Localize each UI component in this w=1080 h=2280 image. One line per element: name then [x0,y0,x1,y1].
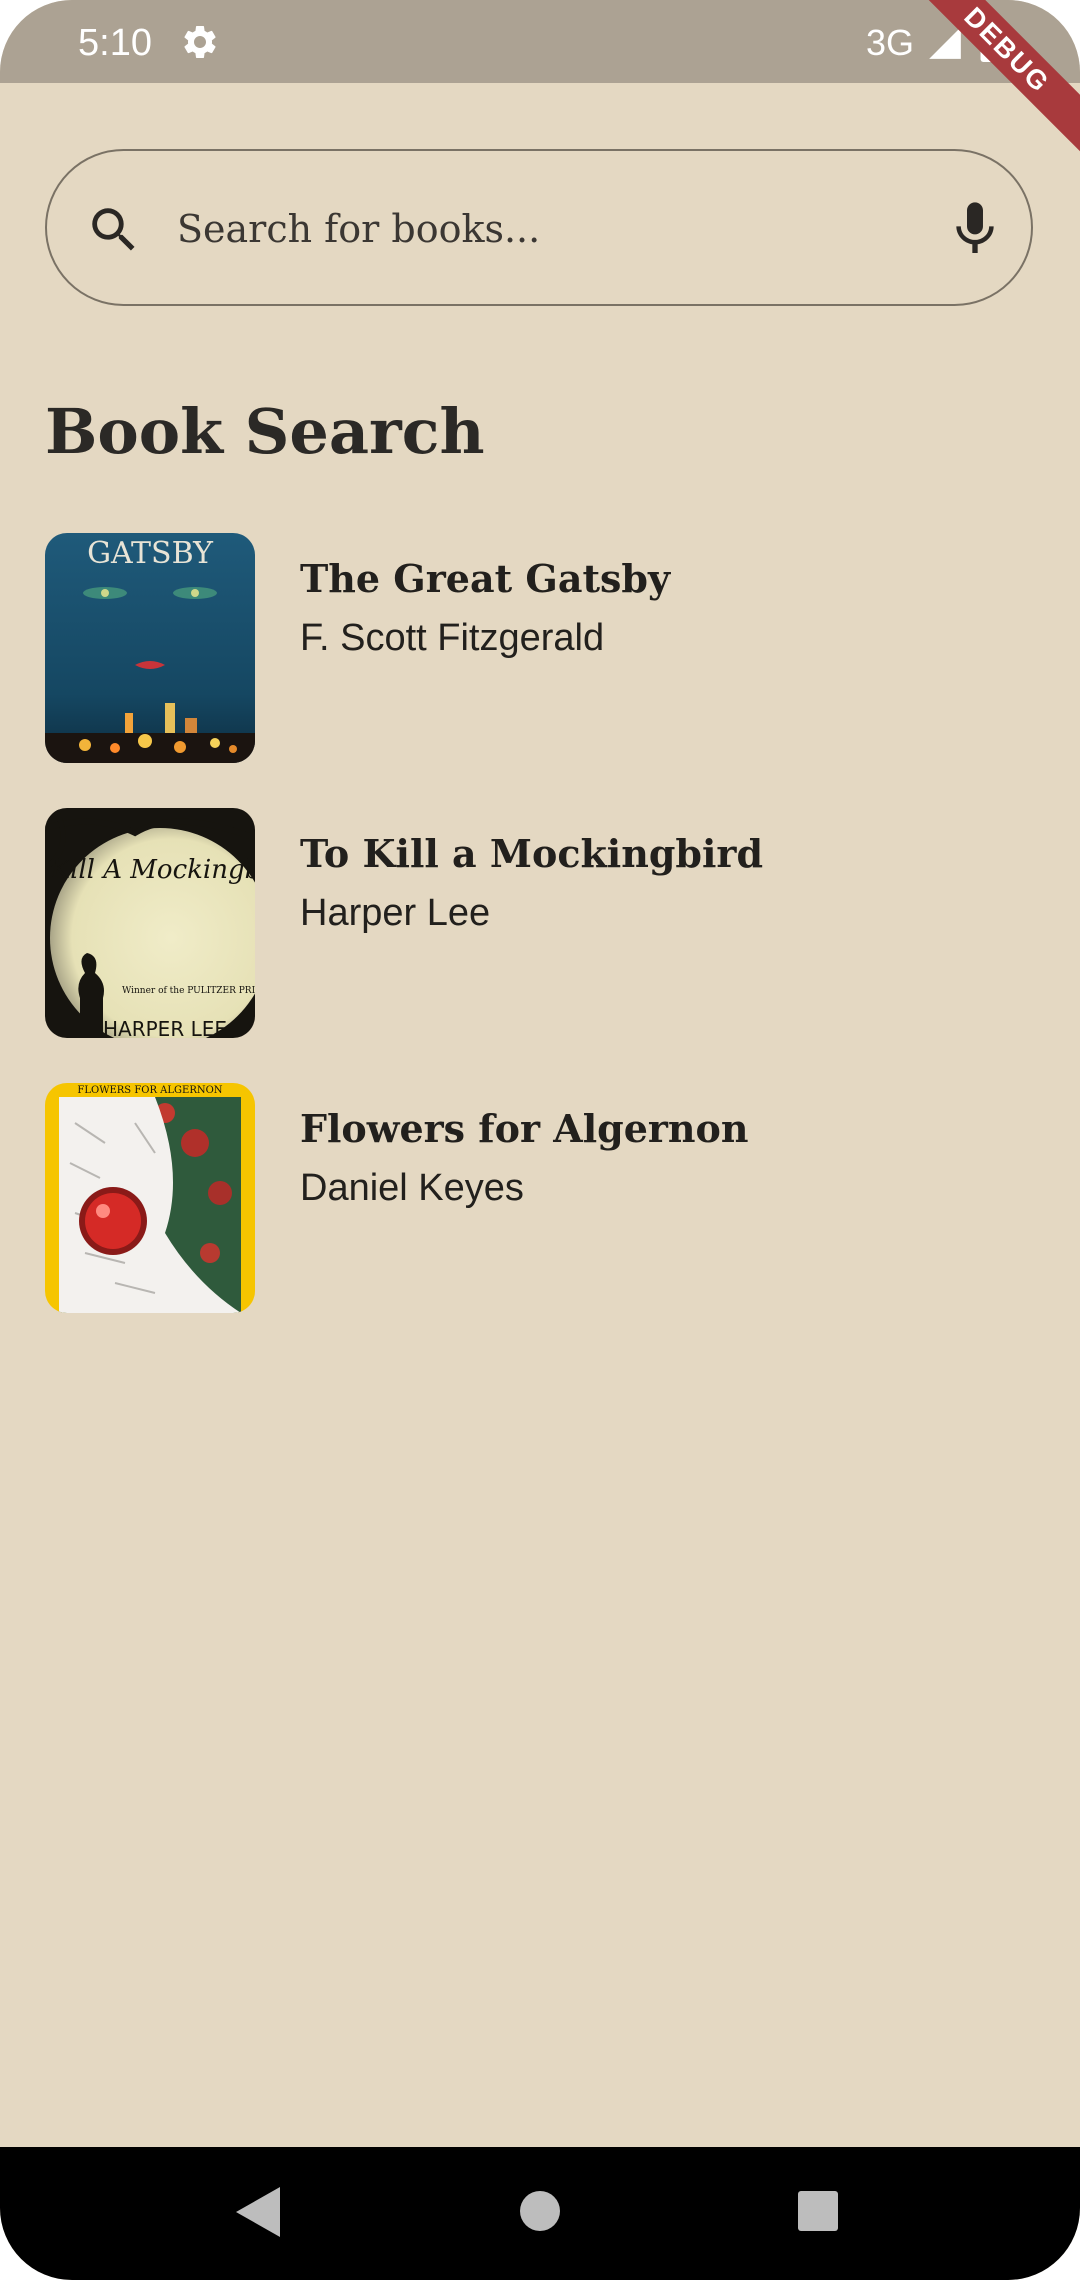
home-icon[interactable] [518,2189,562,2233]
list-item[interactable]: To Kill A Mockingbird Winner of the PULI… [45,808,1035,1038]
book-title: Flowers for Algernon [300,1106,749,1151]
book-cover-image: To Kill A Mockingbird Winner of the PULI… [45,808,255,1038]
book-author: F. Scott Fitzgerald [300,617,605,659]
page-title: Book Search [45,395,485,468]
status-bar: 5:10 3G [0,0,1080,83]
book-title: To Kill a Mockingbird [300,831,764,876]
cover-subtext: Winner of the PULITZER PRIZE [122,986,255,996]
back-icon[interactable] [236,2187,280,2237]
recents-icon[interactable] [798,2191,838,2231]
status-time: 5:10 [78,22,152,64]
cover-title-text: To Kill A Mockingbird [45,855,255,885]
book-author: Daniel Keyes [300,1167,524,1209]
mic-icon[interactable] [943,197,1007,261]
search-bar[interactable] [45,149,1033,306]
book-author: Harper Lee [300,892,491,934]
system-nav-bar [0,2147,1080,2280]
cover-author-text: HARPER LEE [103,1017,227,1038]
book-cover-image: GATSBY [45,533,255,763]
list-item[interactable]: FLOWERS FOR ALGERNON Flowers for Algerno… [45,1083,1035,1313]
list-item[interactable]: GATSBY The Great Gatsby F. Scott Fitzger… [45,533,1035,763]
search-input[interactable] [177,181,937,276]
network-type: 3G [866,22,915,63]
book-cover-image: FLOWERS FOR ALGERNON [45,1083,255,1313]
gear-icon [184,25,216,58]
search-icon[interactable] [85,201,143,259]
book-title: The Great Gatsby [300,556,671,601]
cover-title-text: FLOWERS FOR ALGERNON [77,1085,222,1096]
book-list: GATSBY The Great Gatsby F. Scott Fitzger… [45,533,1035,1358]
app-screen: 5:10 3G DEBUG Book Search [0,0,1080,2280]
cover-title-text: GATSBY [87,536,214,571]
